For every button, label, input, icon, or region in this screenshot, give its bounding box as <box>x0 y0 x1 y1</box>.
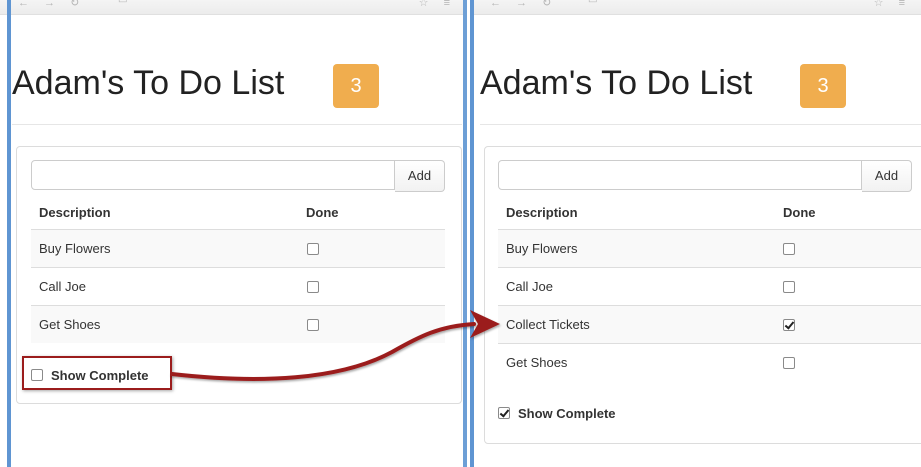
page-title: Adam's To Do List <box>12 64 285 102</box>
table-row: Buy Flowers <box>31 229 445 267</box>
title-divider <box>12 124 462 125</box>
new-item-input[interactable] <box>31 160 395 190</box>
table-row: Get Shoes <box>498 343 921 381</box>
new-item-input[interactable] <box>498 160 862 190</box>
new-item-input-group: Add <box>31 160 445 192</box>
show-complete-label: Show Complete <box>518 406 616 421</box>
show-complete-highlight <box>22 356 172 390</box>
column-header-description: Description <box>39 205 111 220</box>
column-header-description: Description <box>506 205 578 220</box>
show-complete-checkbox[interactable] <box>498 407 510 419</box>
item-count-badge: 3 <box>333 64 379 108</box>
add-button[interactable]: Add <box>862 160 912 192</box>
right-browser-pane: ← → ↻ ▭ ☆ ≡ Adam's To Do List 3 Add Desc… <box>470 0 921 467</box>
done-checkbox[interactable] <box>307 243 319 255</box>
left-nav-icons: ← → ↻ <box>18 0 86 9</box>
right-window-edge <box>470 0 474 467</box>
item-description: Call Joe <box>39 279 86 294</box>
done-checkbox[interactable] <box>783 281 795 293</box>
done-checkbox[interactable] <box>307 319 319 331</box>
right-browser-toolbar: ← → ↻ ▭ ☆ ≡ <box>470 0 921 15</box>
table-row: Collect Tickets <box>498 305 921 343</box>
table-row: Call Joe <box>498 267 921 305</box>
item-description: Buy Flowers <box>39 241 111 256</box>
right-address-bar[interactable]: ▭ <box>588 0 597 6</box>
item-description: Call Joe <box>506 279 553 294</box>
center-window-edge <box>463 0 467 467</box>
left-menu-icons: ☆ ≡ <box>418 0 456 9</box>
right-menu-icons: ☆ ≡ <box>873 0 911 9</box>
page-title: Adam's To Do List <box>480 64 753 102</box>
item-description: Collect Tickets <box>506 317 590 332</box>
item-description: Get Shoes <box>39 317 101 332</box>
add-button[interactable]: Add <box>395 160 445 192</box>
done-checkbox[interactable] <box>783 357 795 369</box>
item-description: Get Shoes <box>506 355 568 370</box>
new-item-input-group: Add <box>498 160 912 192</box>
left-window-edge <box>7 0 11 467</box>
show-complete-toggle[interactable]: Show Complete <box>498 404 638 424</box>
table-row: Buy Flowers <box>498 229 921 267</box>
title-divider <box>480 124 921 125</box>
done-checkbox[interactable] <box>783 243 795 255</box>
item-count-badge: 3 <box>800 64 846 108</box>
done-checkbox[interactable] <box>307 281 319 293</box>
left-browser-toolbar: ← → ↻ ▭ ☆ ≡ <box>0 0 466 15</box>
right-nav-icons: ← → ↻ <box>490 0 558 9</box>
item-description: Buy Flowers <box>506 241 578 256</box>
table-row: Call Joe <box>31 267 445 305</box>
left-address-bar[interactable]: ▭ <box>118 0 127 6</box>
column-header-done: Done <box>306 205 339 220</box>
done-checkbox-checked[interactable] <box>783 319 795 331</box>
column-header-done: Done <box>783 205 816 220</box>
table-row: Get Shoes <box>31 305 445 343</box>
left-browser-pane: ← → ↻ ▭ ☆ ≡ Adam's To Do List 3 Add Desc… <box>0 0 466 467</box>
